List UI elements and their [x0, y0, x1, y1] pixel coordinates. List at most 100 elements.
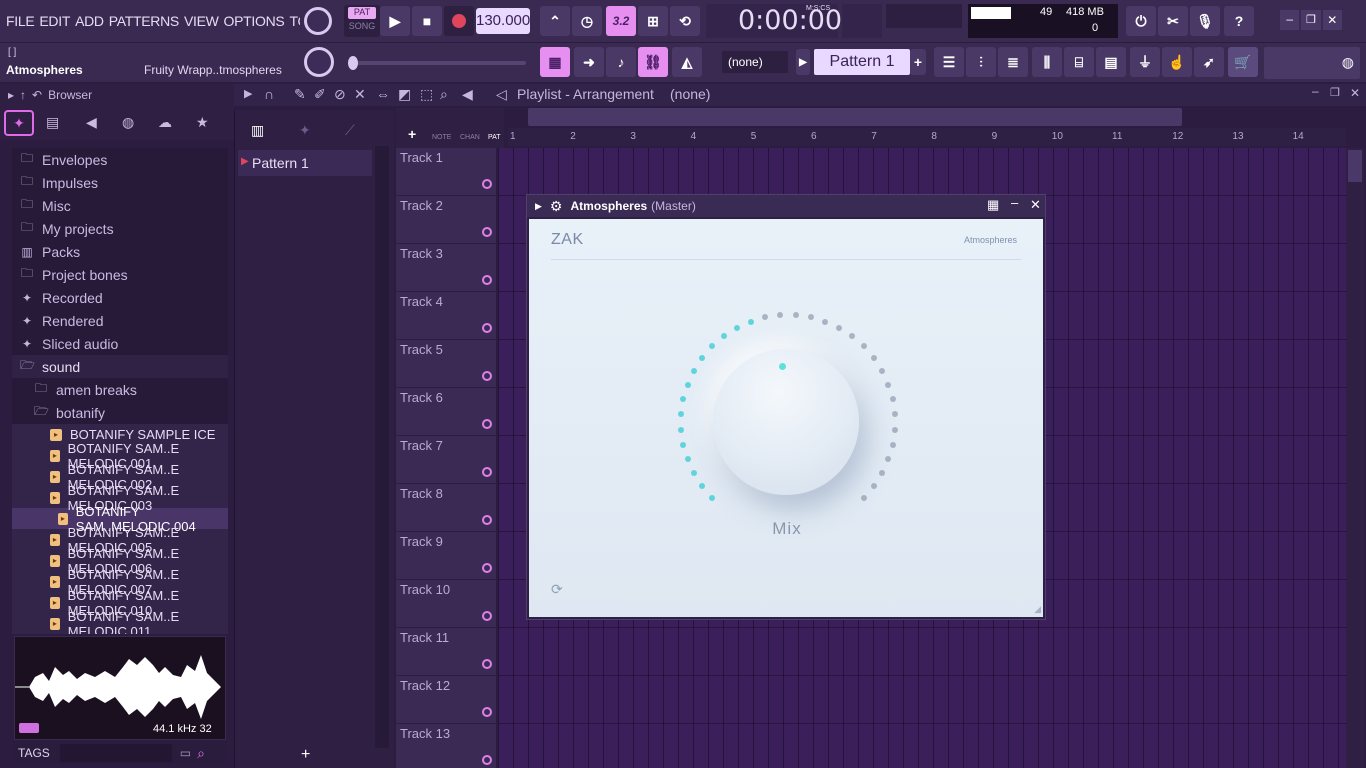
- add-track-button[interactable]: +: [408, 126, 416, 142]
- favorites-tab[interactable]: ★: [196, 114, 209, 131]
- select-icon[interactable]: ⬚: [420, 86, 433, 103]
- expand-icon[interactable]: ▸: [8, 88, 14, 102]
- master-pitch-slider[interactable]: [348, 56, 526, 70]
- play-button[interactable]: ▶: [380, 6, 410, 36]
- browser-item[interactable]: 🗀 My projects: [12, 217, 228, 240]
- link-button[interactable]: ⛓: [638, 47, 668, 77]
- undo-icon[interactable]: ↶: [32, 88, 42, 102]
- project-tab[interactable]: ▤: [46, 114, 59, 131]
- menu-options[interactable]: OPTIONS: [224, 13, 285, 29]
- plugins-tab[interactable]: ◀: [86, 114, 97, 131]
- preview-play-button[interactable]: [19, 723, 39, 733]
- plugin-menu-arrow-icon[interactable]: ▶: [535, 201, 542, 212]
- expand-icon[interactable]: ▶: [244, 87, 252, 100]
- browser-item[interactable]: ✦ Rendered: [12, 309, 228, 332]
- plugin-close-icon[interactable]: ✕: [1030, 197, 1041, 213]
- track-mute-indicator[interactable]: [482, 227, 492, 237]
- tools-button[interactable]: ✂: [1158, 6, 1188, 36]
- snap-step-button[interactable]: 3.2: [606, 6, 636, 36]
- track-mute-indicator[interactable]: [482, 419, 492, 429]
- wait-for-input-button[interactable]: ◷: [572, 6, 602, 36]
- main-pitch-knob[interactable]: [304, 47, 334, 77]
- mute-icon[interactable]: ✕: [354, 86, 366, 103]
- step-edit-button[interactable]: ⊞: [638, 6, 668, 36]
- browser-item[interactable]: 🗀 Envelopes: [12, 148, 228, 171]
- track-mute-indicator[interactable]: [482, 659, 492, 669]
- shop-button[interactable]: 🛒: [1228, 47, 1258, 77]
- stop-button[interactable]: ■: [412, 6, 442, 36]
- tags-input[interactable]: [59, 744, 172, 762]
- timeline-ruler[interactable]: 1 2 3 4 5 6 7 8 9 10 11 12 13 14: [508, 128, 1346, 146]
- mixer-button[interactable]: ⫼: [1032, 47, 1062, 77]
- slip-icon[interactable]: ⇔: [376, 86, 390, 102]
- next-button[interactable]: ➜: [574, 47, 604, 77]
- automation-filter-icon[interactable]: ⟋: [345, 122, 355, 139]
- track-header[interactable]: Track 12: [396, 676, 496, 724]
- add-pattern-button[interactable]: +: [910, 49, 926, 75]
- slice-icon[interactable]: ◩: [398, 86, 411, 103]
- browser-button[interactable]: ⌸: [1064, 47, 1094, 77]
- audio-filter-icon[interactable]: ✦: [299, 122, 311, 139]
- speaker-icon[interactable]: ◀: [462, 86, 473, 103]
- playlist-minimize[interactable]: –: [1312, 84, 1319, 98]
- minimize-button[interactable]: –: [1280, 10, 1300, 30]
- track-mute-indicator[interactable]: [482, 755, 492, 765]
- delete-icon[interactable]: ⊘: [334, 86, 346, 103]
- up-arrow-icon[interactable]: ↑: [20, 88, 26, 102]
- menu-edit[interactable]: EDIT: [39, 13, 70, 29]
- track-header[interactable]: Track 5: [396, 340, 496, 388]
- track-header[interactable]: Track 1: [396, 148, 496, 196]
- browser-item[interactable]: 🗁 sound: [12, 355, 228, 378]
- menu-view[interactable]: VIEW: [184, 13, 219, 29]
- track-mute-indicator[interactable]: [482, 707, 492, 717]
- track-mute-indicator[interactable]: [482, 179, 492, 189]
- track-mute-indicator[interactable]: [482, 515, 492, 525]
- track-header[interactable]: Track 3: [396, 244, 496, 292]
- track-mute-indicator[interactable]: [482, 611, 492, 621]
- help-button[interactable]: ?: [1224, 6, 1254, 36]
- brush-button[interactable]: ♪: [606, 47, 636, 77]
- slider-handle[interactable]: [348, 56, 358, 70]
- piano-filter-icon[interactable]: ▥: [251, 122, 264, 139]
- touch-keyboard-button[interactable]: ☝: [1162, 47, 1192, 77]
- all-tab[interactable]: ✦: [4, 110, 34, 136]
- record-button[interactable]: [444, 6, 474, 36]
- paint-icon[interactable]: ✐: [314, 86, 326, 103]
- chan-label[interactable]: CHAN: [460, 134, 480, 141]
- scroll-thumb[interactable]: [1348, 150, 1362, 182]
- playlist-restore[interactable]: ❐: [1330, 86, 1340, 99]
- playlist-vertical-scrollbar[interactable]: [1346, 148, 1364, 768]
- piano-roll-button[interactable]: ⫶: [966, 47, 996, 77]
- menu-file[interactable]: FILE: [6, 13, 35, 29]
- stamp-button[interactable]: ◭: [672, 47, 702, 77]
- track-mute-indicator[interactable]: [482, 275, 492, 285]
- playlist-view-button[interactable]: ▦: [540, 47, 570, 77]
- note-label[interactable]: NOTE: [432, 134, 451, 141]
- refresh-icon[interactable]: ⟳: [551, 581, 563, 598]
- add-pattern-bottom[interactable]: +: [301, 746, 310, 764]
- browser-item[interactable]: 🗀 Project bones: [12, 263, 228, 286]
- track-mute-indicator[interactable]: [482, 467, 492, 477]
- close-button[interactable]: ✕: [1322, 10, 1342, 30]
- track-header[interactable]: Track 11: [396, 628, 496, 676]
- menu-patterns[interactable]: PATTERNS: [109, 13, 180, 29]
- online-button[interactable]: ⏻: [1126, 6, 1156, 36]
- pat-label[interactable]: PAT: [488, 134, 501, 141]
- track-header[interactable]: Track 9: [396, 532, 496, 580]
- pattern-item[interactable]: ▶ Pattern 1: [238, 150, 372, 176]
- cloud-tab[interactable]: ☁: [158, 114, 172, 131]
- pattern-prev-button[interactable]: ▶: [796, 49, 810, 75]
- metronome-button[interactable]: ⌃: [540, 6, 570, 36]
- playlist-horizontal-scrollbar[interactable]: [528, 108, 1182, 126]
- track-header[interactable]: Track 8: [396, 484, 496, 532]
- pattern-selector[interactable]: Pattern 1: [814, 49, 910, 75]
- news-panel[interactable]: ◍: [1264, 47, 1360, 79]
- pencil-icon[interactable]: ✎: [294, 86, 306, 103]
- menu-add[interactable]: ADD: [75, 13, 104, 29]
- track-mute-indicator[interactable]: [482, 563, 492, 573]
- mix-knob[interactable]: [713, 349, 859, 495]
- pattern-scrollbar[interactable]: [375, 146, 389, 748]
- resize-handle[interactable]: ◢: [1034, 604, 1041, 615]
- gear-icon[interactable]: ⚙: [550, 198, 563, 215]
- track-header[interactable]: Track 6: [396, 388, 496, 436]
